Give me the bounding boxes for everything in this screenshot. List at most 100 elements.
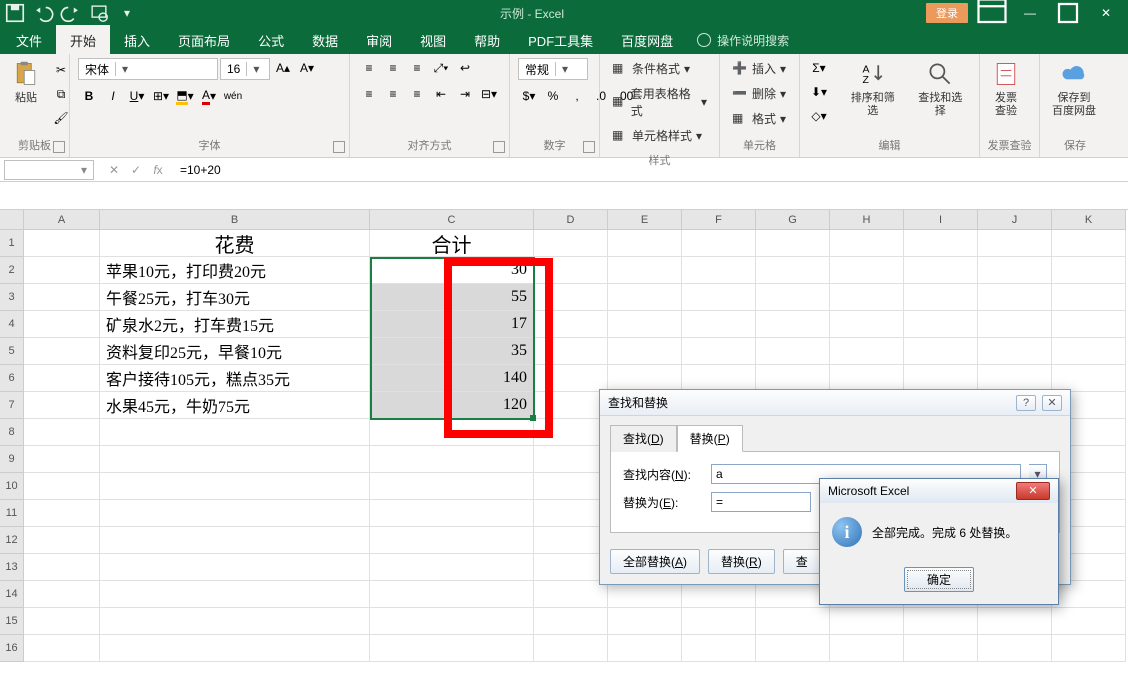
cell[interactable]: 矿泉水2元，打车费15元 [100, 311, 370, 338]
cell[interactable] [904, 608, 978, 635]
cell[interactable] [904, 635, 978, 662]
cell[interactable] [534, 392, 608, 419]
cell[interactable]: 花费 [100, 230, 370, 257]
cell[interactable] [1052, 581, 1126, 608]
cell[interactable] [24, 338, 100, 365]
row-header[interactable]: 2 [0, 257, 24, 284]
align-left-icon[interactable]: ≡ [358, 84, 380, 104]
cell[interactable] [978, 635, 1052, 662]
cell[interactable] [756, 635, 830, 662]
cell[interactable] [682, 284, 756, 311]
cell[interactable] [1052, 635, 1126, 662]
cell[interactable] [24, 257, 100, 284]
cell[interactable] [100, 527, 370, 554]
decrease-font-icon[interactable]: A▾ [296, 58, 318, 78]
wrap-text-icon[interactable]: ↩ [454, 58, 476, 78]
ribbon-options-icon[interactable] [974, 2, 1010, 24]
underline-button[interactable]: U▾ [126, 86, 148, 106]
font-size-combo[interactable]: 16▾ [220, 58, 270, 80]
cell[interactable] [904, 365, 978, 392]
col-header[interactable]: K [1052, 210, 1126, 230]
tab-baidu[interactable]: 百度网盘 [607, 25, 687, 56]
bold-button[interactable]: B [78, 86, 100, 106]
cell[interactable] [682, 581, 756, 608]
number-format-combo[interactable]: 常规▾ [518, 58, 588, 80]
cell[interactable] [100, 446, 370, 473]
row-header[interactable]: 13 [0, 554, 24, 581]
format-cells-button[interactable]: ▦格式▾ [728, 108, 790, 129]
cell[interactable] [830, 284, 904, 311]
save-baidu-button[interactable]: 保存到 百度网盘 [1048, 58, 1100, 120]
cell[interactable] [24, 365, 100, 392]
row-header[interactable]: 12 [0, 527, 24, 554]
cell[interactable] [830, 635, 904, 662]
cell[interactable]: 午餐25元，打车30元 [100, 284, 370, 311]
launcher-icon[interactable] [333, 141, 345, 153]
tab-insert[interactable]: 插入 [110, 25, 164, 56]
cell[interactable] [24, 311, 100, 338]
cell[interactable] [608, 338, 682, 365]
fill-icon[interactable]: ⬇▾ [808, 82, 830, 102]
row-header[interactable]: 9 [0, 446, 24, 473]
find-select-button[interactable]: 查找和选择 [910, 58, 972, 120]
italic-button[interactable]: I [102, 86, 124, 106]
increase-indent-icon[interactable]: ⇥ [454, 84, 476, 104]
row-header[interactable]: 4 [0, 311, 24, 338]
cell[interactable] [370, 635, 534, 662]
cell[interactable] [830, 257, 904, 284]
cell[interactable] [1052, 338, 1126, 365]
cell[interactable] [1052, 230, 1126, 257]
maximize-icon[interactable] [1050, 2, 1086, 24]
align-middle-icon[interactable]: ≡ [382, 58, 404, 78]
cell[interactable] [370, 581, 534, 608]
tab-file[interactable]: 文件 [2, 25, 56, 56]
cell[interactable] [1052, 608, 1126, 635]
select-all-corner[interactable] [0, 210, 24, 230]
tab-data[interactable]: 数据 [298, 25, 352, 56]
cell[interactable] [24, 581, 100, 608]
cell[interactable] [830, 365, 904, 392]
undo-icon[interactable] [32, 3, 54, 23]
tab-review[interactable]: 审阅 [352, 25, 406, 56]
cell[interactable] [608, 311, 682, 338]
cell[interactable] [830, 311, 904, 338]
enter-formula-icon[interactable]: ✓ [126, 163, 146, 177]
col-header[interactable]: C [370, 210, 534, 230]
cell[interactable] [608, 284, 682, 311]
tab-pdf[interactable]: PDF工具集 [514, 25, 607, 56]
cell[interactable] [1052, 311, 1126, 338]
replace-input[interactable] [711, 492, 811, 512]
copy-icon[interactable]: ⧉ [50, 84, 72, 104]
cell[interactable] [1052, 257, 1126, 284]
col-header[interactable]: D [534, 210, 608, 230]
cell[interactable] [830, 608, 904, 635]
cell[interactable] [904, 338, 978, 365]
cell[interactable] [756, 365, 830, 392]
col-header[interactable]: F [682, 210, 756, 230]
cell[interactable] [756, 230, 830, 257]
col-header[interactable]: E [608, 210, 682, 230]
tab-view[interactable]: 视图 [406, 25, 460, 56]
row-header[interactable]: 11 [0, 500, 24, 527]
cell[interactable] [830, 338, 904, 365]
cell[interactable] [830, 230, 904, 257]
cell[interactable]: 水果45元，牛奶75元 [100, 392, 370, 419]
cell[interactable] [24, 419, 100, 446]
replace-all-button[interactable]: 全部替换(A) [610, 549, 700, 574]
format-table-button[interactable]: ▦套用表格格式▾ [608, 83, 711, 121]
cell[interactable] [978, 257, 1052, 284]
col-header[interactable]: J [978, 210, 1052, 230]
row-header[interactable]: 8 [0, 419, 24, 446]
delete-cells-button[interactable]: ➖删除▾ [728, 83, 790, 104]
font-color-button[interactable]: A▾ [198, 86, 220, 106]
save-icon[interactable] [4, 3, 26, 23]
cell[interactable] [370, 608, 534, 635]
cell[interactable] [24, 473, 100, 500]
cell[interactable]: 苹果10元，打印费20元 [100, 257, 370, 284]
cell[interactable] [608, 230, 682, 257]
merge-icon[interactable]: ⊟▾ [478, 84, 500, 104]
cell[interactable]: 140 [370, 365, 534, 392]
cell[interactable] [24, 284, 100, 311]
format-painter-icon[interactable]: 🖌 [50, 108, 72, 128]
cell[interactable] [100, 581, 370, 608]
